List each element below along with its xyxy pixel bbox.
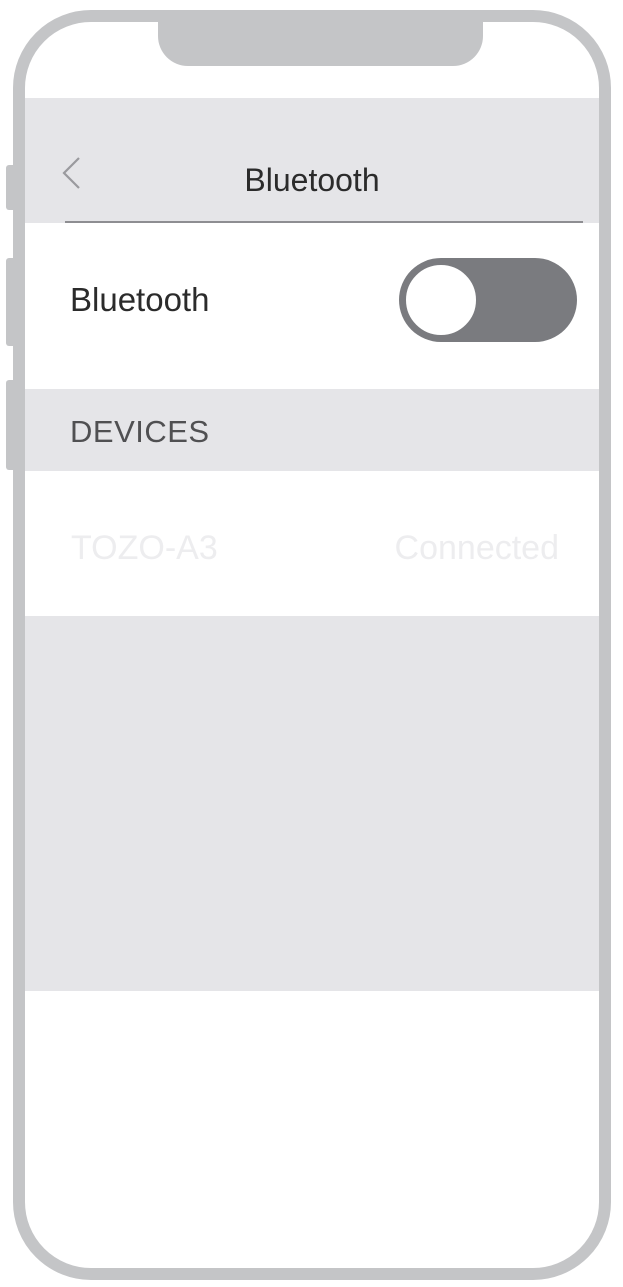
toggle-knob (403, 262, 479, 338)
phone-notch (158, 10, 483, 66)
bluetooth-toggle-label: Bluetooth (70, 281, 210, 318)
bluetooth-toggle-row: Bluetooth (25, 223, 599, 389)
device-row[interactable]: TOZO-A3 Connected (25, 471, 599, 616)
page-title: Bluetooth (244, 162, 380, 198)
phone-frame: Bluetooth Bluetooth DEVICES TOZO-A3 Conn… (13, 10, 611, 1280)
section-title: DEVICES (70, 414, 210, 449)
devices-section-header: DEVICES (25, 389, 599, 471)
bluetooth-toggle-switch[interactable] (399, 258, 577, 342)
device-status: Connected (394, 529, 559, 567)
screen: Bluetooth Bluetooth DEVICES TOZO-A3 Conn… (25, 22, 599, 1268)
empty-content-area (25, 616, 599, 991)
device-name: TOZO-A3 (71, 529, 218, 567)
nav-bar: Bluetooth (25, 98, 599, 223)
